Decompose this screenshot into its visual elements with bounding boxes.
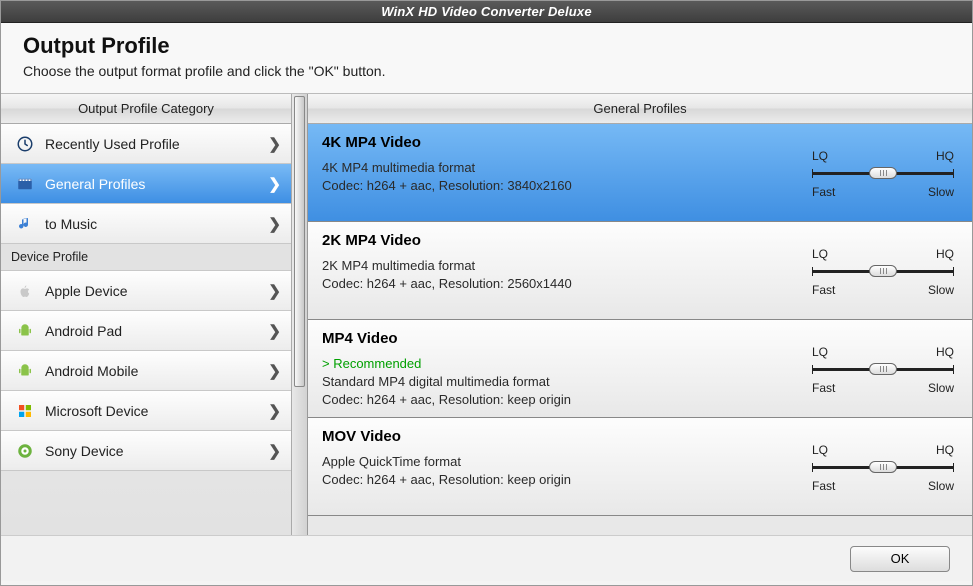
fast-label: Fast	[812, 381, 835, 395]
device-profile-group-label: Device Profile	[1, 244, 291, 271]
fast-label: Fast	[812, 283, 835, 297]
hq-label: HQ	[936, 345, 954, 359]
slow-label: Slow	[928, 185, 954, 199]
fast-label: Fast	[812, 185, 835, 199]
profile-title: 2K MP4 Video	[322, 232, 798, 249]
sidebar: Output Profile Category Recently Used Pr…	[1, 94, 308, 535]
category-label: Apple Device	[45, 283, 258, 299]
hq-label: HQ	[936, 443, 954, 457]
quality-slider-block: LQ HQ Fast Slow	[812, 418, 972, 515]
profile-codec: Codec: h264 + aac, Resolution: 2560x1440	[322, 276, 798, 291]
quality-slider[interactable]	[812, 460, 954, 474]
profile-codec: Codec: h264 + aac, Resolution: 3840x2160	[322, 178, 798, 193]
hq-label: HQ	[936, 247, 954, 261]
category-item[interactable]: Microsoft Device ❯	[1, 391, 291, 431]
lq-label: LQ	[812, 443, 828, 457]
sony-icon	[15, 441, 35, 461]
profile-recommended: > Recommended	[322, 356, 798, 371]
slow-label: Slow	[928, 283, 954, 297]
scrollbar-thumb[interactable]	[294, 96, 305, 387]
music-icon	[15, 214, 35, 234]
sidebar-scrollbar[interactable]	[291, 94, 307, 535]
category-item[interactable]: Android Mobile ❯	[1, 351, 291, 391]
profile-info: 2K MP4 Video 2K MP4 multimedia format Code…	[308, 222, 812, 319]
category-label: Android Pad	[45, 323, 258, 339]
header: Output Profile Choose the output format …	[1, 23, 972, 93]
quality-slider-block: LQ HQ Fast Slow	[812, 222, 972, 319]
lq-label: LQ	[812, 247, 828, 261]
category-label: Recently Used Profile	[45, 136, 258, 152]
footer: OK	[1, 535, 972, 581]
quality-slider[interactable]	[812, 264, 954, 278]
category-label: to Music	[45, 216, 258, 232]
page-subtitle: Choose the output format profile and cli…	[23, 63, 950, 79]
page-title: Output Profile	[23, 33, 950, 59]
profile-desc: Apple QuickTime format	[322, 454, 798, 469]
profile-title: MP4 Video	[322, 330, 798, 347]
chevron-right-icon: ❯	[268, 402, 281, 420]
chevron-right-icon: ❯	[268, 135, 281, 153]
profile-title: 4K MP4 Video	[322, 134, 798, 151]
chevron-right-icon: ❯	[268, 442, 281, 460]
windows-icon	[15, 401, 35, 421]
history-icon	[15, 134, 35, 154]
lq-label: LQ	[812, 345, 828, 359]
category-item[interactable]: Apple Device ❯	[1, 271, 291, 311]
title-bar: WinX HD Video Converter Deluxe	[1, 1, 972, 23]
profile-desc: 2K MP4 multimedia format	[322, 258, 798, 273]
film-icon	[15, 174, 35, 194]
slow-label: Slow	[928, 381, 954, 395]
chevron-right-icon: ❯	[268, 362, 281, 380]
slider-handle[interactable]	[869, 265, 897, 277]
chevron-right-icon: ❯	[268, 215, 281, 233]
profile-item[interactable]: 4K MP4 Video 4K MP4 multimedia format Code…	[308, 124, 972, 222]
quality-slider[interactable]	[812, 166, 954, 180]
profile-title: MOV Video	[322, 428, 798, 445]
main-panel: General Profiles 4K MP4 Video 4K MP4 mult…	[308, 94, 972, 535]
profile-codec: Codec: h264 + aac, Resolution: keep orig…	[322, 472, 798, 487]
category-label: Android Mobile	[45, 363, 258, 379]
slow-label: Slow	[928, 479, 954, 493]
window-title: WinX HD Video Converter Deluxe	[381, 4, 592, 19]
lq-label: LQ	[812, 149, 828, 163]
slider-handle[interactable]	[869, 167, 897, 179]
category-label: Microsoft Device	[45, 403, 258, 419]
category-item[interactable]: Android Pad ❯	[1, 311, 291, 351]
slider-handle[interactable]	[869, 461, 897, 473]
profile-info: 4K MP4 Video 4K MP4 multimedia format Code…	[308, 124, 812, 221]
category-item[interactable]: General Profiles ❯	[1, 164, 291, 204]
fast-label: Fast	[812, 479, 835, 493]
category-item[interactable]: Sony Device ❯	[1, 431, 291, 471]
category-item[interactable]: Recently Used Profile ❯	[1, 124, 291, 164]
quality-slider-block: LQ HQ Fast Slow	[812, 320, 972, 417]
chevron-right-icon: ❯	[268, 175, 281, 193]
chevron-right-icon: ❯	[268, 322, 281, 340]
profile-info: MOV Video Apple QuickTime format Codec: h2…	[308, 418, 812, 515]
profile-codec: Codec: h264 + aac, Resolution: keep orig…	[322, 392, 798, 407]
profile-list: 4K MP4 Video 4K MP4 multimedia format Code…	[308, 124, 972, 535]
ok-button[interactable]: OK	[850, 546, 950, 572]
android-icon	[15, 361, 35, 381]
profile-desc: 4K MP4 multimedia format	[322, 160, 798, 175]
category-label: General Profiles	[45, 176, 258, 192]
profile-item[interactable]: 2K MP4 Video 2K MP4 multimedia format Code…	[308, 222, 972, 320]
content: Output Profile Category Recently Used Pr…	[1, 93, 972, 535]
slider-handle[interactable]	[869, 363, 897, 375]
hq-label: HQ	[936, 149, 954, 163]
category-item[interactable]: to Music ❯	[1, 204, 291, 244]
profile-desc: Standard MP4 digital multimedia format	[322, 374, 798, 389]
category-label: Sony Device	[45, 443, 258, 459]
quality-slider[interactable]	[812, 362, 954, 376]
apple-icon	[15, 281, 35, 301]
chevron-right-icon: ❯	[268, 282, 281, 300]
quality-slider-block: LQ HQ Fast Slow	[812, 124, 972, 221]
android-icon	[15, 321, 35, 341]
sidebar-header: Output Profile Category	[1, 94, 291, 124]
profile-item[interactable]: MOV Video Apple QuickTime format Codec: h2…	[308, 418, 972, 516]
profile-info: MP4 Video > Recommended Standard MP4 digit…	[308, 320, 812, 417]
profile-item[interactable]: MP4 Video > Recommended Standard MP4 digit…	[308, 320, 972, 418]
main-header: General Profiles	[308, 94, 972, 124]
